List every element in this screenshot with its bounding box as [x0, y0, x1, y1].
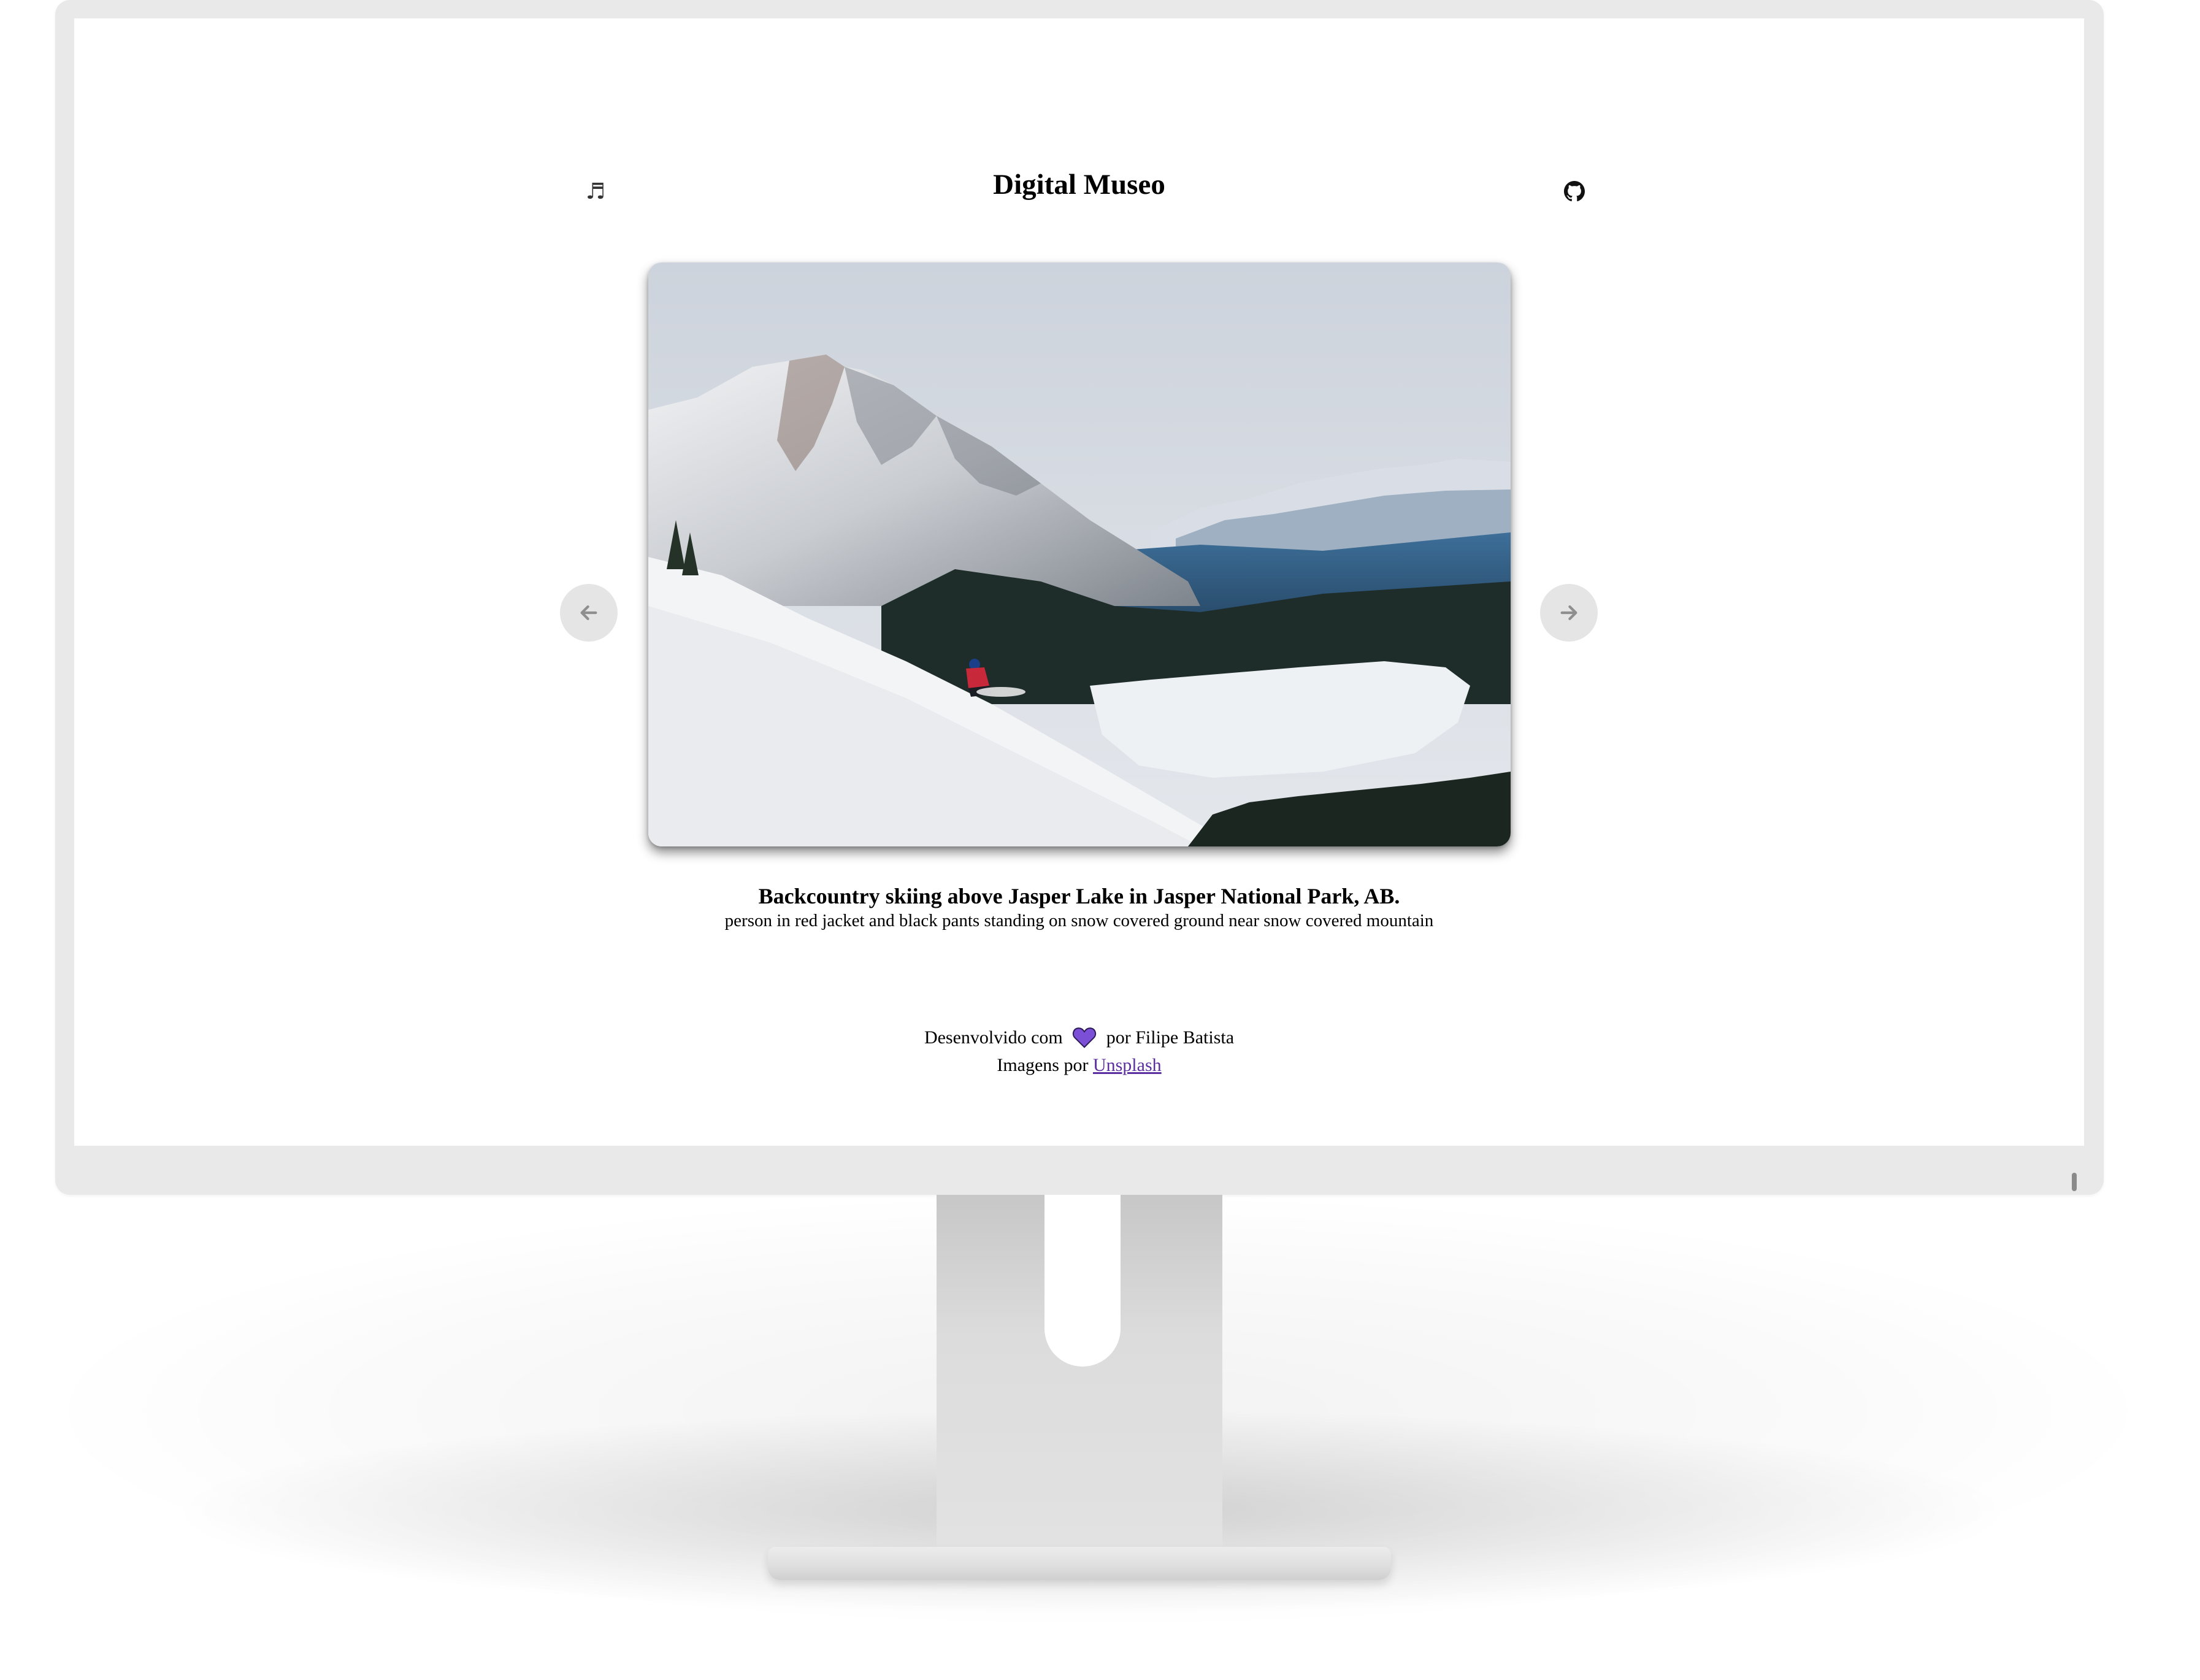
header: ♬ Digital Museo: [74, 163, 2084, 218]
arrow-right-icon: [1560, 605, 1577, 621]
monitor-base: [768, 1547, 1391, 1580]
footer-developed-suffix: por Filipe Batista: [1106, 1027, 1235, 1048]
featured-photo: [648, 263, 1511, 846]
github-icon: [1564, 181, 1585, 202]
mountain-landscape-photo: [648, 263, 1511, 846]
footer-images-line: Imagens por Unsplash: [74, 1054, 2084, 1076]
photo-caption-title: Backcountry skiing above Jasper Lake in …: [758, 884, 1400, 908]
footer-credits-line: Desenvolvido com por Filipe Batista: [74, 1026, 2084, 1054]
page-title: Digital Museo: [993, 169, 1165, 201]
heart-icon: [1072, 1026, 1097, 1054]
github-link[interactable]: [1557, 174, 1592, 209]
previous-image-button[interactable]: [560, 584, 618, 642]
unsplash-link[interactable]: Unsplash: [1093, 1055, 1162, 1075]
arrow-left-icon: [580, 605, 597, 621]
photo-caption-description: person in red jacket and black pants sta…: [724, 911, 1434, 930]
footer-developed-prefix: Desenvolvido com: [924, 1027, 1063, 1048]
footer: Desenvolvido com por Filipe Batista Imag…: [74, 1026, 2084, 1076]
footer-images-prefix: Imagens por: [997, 1055, 1089, 1075]
stage: ♬ Digital Museo Backcountry skiing above…: [0, 0, 2200, 1680]
stand-cable-hole: [1044, 1195, 1121, 1367]
next-image-button[interactable]: [1540, 584, 1598, 642]
screen: ♬ Digital Museo Backcountry skiing above…: [74, 18, 2084, 1146]
power-indicator: [2072, 1173, 2077, 1191]
